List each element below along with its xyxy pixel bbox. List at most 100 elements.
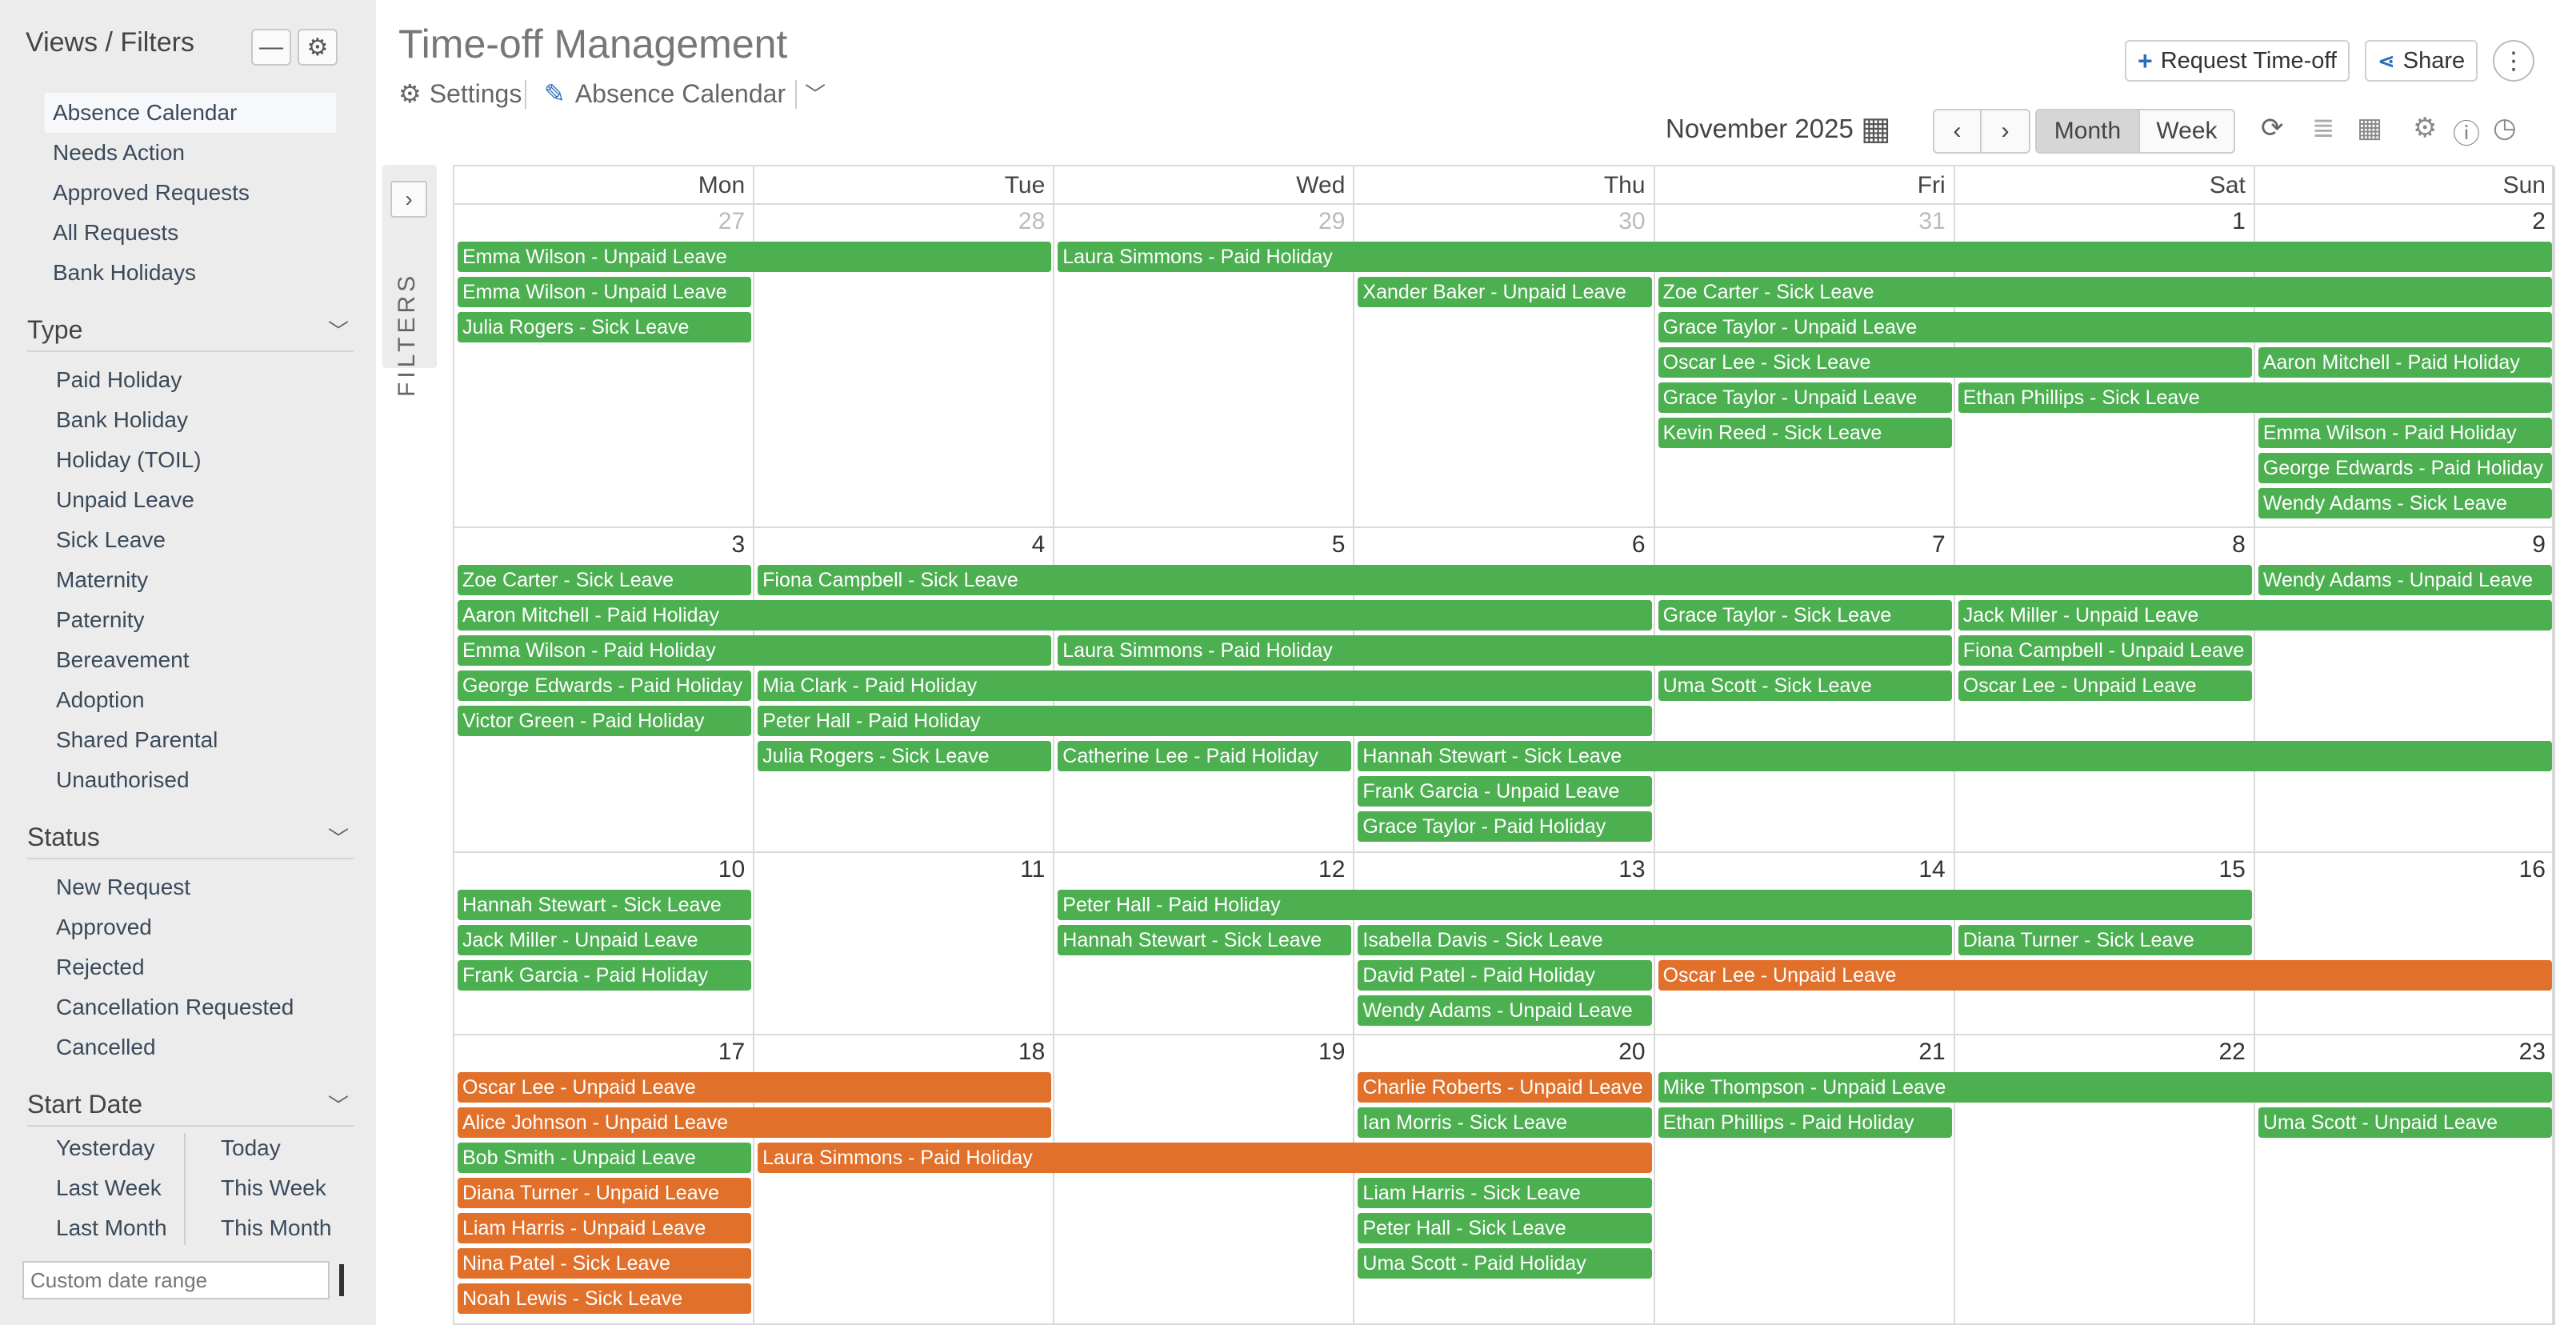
- absence-event[interactable]: Grace Taylor - Unpaid Leave: [1658, 382, 1952, 413]
- absence-event[interactable]: Uma Scott - Unpaid Leave: [2258, 1107, 2552, 1138]
- type-section-header[interactable]: Type ﹀: [27, 315, 355, 345]
- collapse-button[interactable]: —: [251, 29, 291, 66]
- absence-event[interactable]: Hannah Stewart - Sick Leave: [1358, 741, 2552, 771]
- absence-event[interactable]: Alice Johnson - Unpaid Leave: [458, 1107, 1052, 1138]
- absence-event[interactable]: Grace Taylor - Sick Leave: [1658, 600, 1952, 630]
- custom-date-range-input[interactable]: [22, 1261, 330, 1299]
- absence-event[interactable]: Liam Harris - Sick Leave: [1358, 1178, 1652, 1208]
- type-item-maternity[interactable]: Maternity: [56, 560, 218, 600]
- absence-event[interactable]: Oscar Lee - Unpaid Leave: [1658, 960, 2552, 991]
- view-dropdown-button[interactable]: ﹀: [805, 78, 826, 108]
- view-name-editor[interactable]: ✎ Absence Calendar: [544, 78, 786, 109]
- view-item-absence-calendar[interactable]: Absence Calendar: [45, 93, 336, 133]
- expand-filters-button[interactable]: ›: [390, 181, 427, 218]
- view-item-all-requests[interactable]: All Requests: [45, 213, 336, 253]
- absence-event[interactable]: Liam Harris - Unpaid Leave: [458, 1213, 752, 1243]
- view-item-bank-holidays[interactable]: Bank Holidays: [45, 253, 336, 293]
- absence-event[interactable]: Laura Simmons - Paid Holiday: [1058, 242, 2552, 272]
- status-item-new-request[interactable]: New Request: [56, 867, 294, 907]
- gear-icon[interactable]: ⚙: [2413, 112, 2437, 144]
- absence-event[interactable]: Emma Wilson - Unpaid Leave: [458, 277, 752, 307]
- type-item-holiday-toil[interactable]: Holiday (TOIL): [56, 440, 218, 480]
- absence-event[interactable]: Hannah Stewart - Sick Leave: [458, 890, 752, 920]
- type-item-bereavement[interactable]: Bereavement: [56, 640, 218, 680]
- next-month-button[interactable]: ›: [1982, 110, 2029, 152]
- calendar-view-icon[interactable]: ▦: [2357, 112, 2382, 144]
- status-item-cancellation-requested[interactable]: Cancellation Requested: [56, 987, 294, 1027]
- status-item-cancelled[interactable]: Cancelled: [56, 1027, 294, 1067]
- absence-event[interactable]: Uma Scott - Sick Leave: [1658, 671, 1952, 701]
- absence-event[interactable]: Frank Garcia - Unpaid Leave: [1358, 776, 1652, 807]
- type-item-unauthorised[interactable]: Unauthorised: [56, 760, 218, 800]
- absence-event[interactable]: Grace Taylor - Paid Holiday: [1358, 811, 1652, 842]
- absence-event[interactable]: Zoe Carter - Sick Leave: [458, 565, 752, 595]
- absence-event[interactable]: George Edwards - Paid Holiday: [458, 671, 752, 701]
- absence-event[interactable]: Mike Thompson - Unpaid Leave: [1658, 1072, 2552, 1103]
- absence-event[interactable]: George Edwards - Paid Holiday: [2258, 453, 2552, 483]
- date-option-last-month[interactable]: Last Month: [56, 1208, 167, 1248]
- absence-event[interactable]: Julia Rogers - Sick Leave: [758, 741, 1052, 771]
- absence-event[interactable]: Oscar Lee - Unpaid Leave: [1958, 671, 2252, 701]
- request-time-off-button[interactable]: + Request Time-off: [2125, 40, 2350, 82]
- view-item-approved-requests[interactable]: Approved Requests: [45, 173, 336, 213]
- date-option-this-week[interactable]: This Week: [221, 1168, 332, 1208]
- date-option-this-month[interactable]: This Month: [221, 1208, 332, 1248]
- week-view-button[interactable]: Week: [2140, 110, 2234, 152]
- start-date-section-header[interactable]: Start Date ﹀: [27, 1090, 355, 1119]
- date-option-yesterday[interactable]: Yesterday: [56, 1128, 167, 1168]
- absence-event[interactable]: Wendy Adams - Unpaid Leave: [2258, 565, 2552, 595]
- absence-event[interactable]: Diana Turner - Unpaid Leave: [458, 1178, 752, 1208]
- absence-event[interactable]: Aaron Mitchell - Paid Holiday: [2258, 347, 2552, 378]
- absence-event[interactable]: Oscar Lee - Sick Leave: [1658, 347, 2252, 378]
- type-item-unpaid-leave[interactable]: Unpaid Leave: [56, 480, 218, 520]
- absence-event[interactable]: Kevin Reed - Sick Leave: [1658, 418, 1952, 448]
- status-item-rejected[interactable]: Rejected: [56, 947, 294, 987]
- day-cell[interactable]: 11: [754, 853, 1055, 1035]
- prev-month-button[interactable]: ‹: [1934, 110, 1982, 152]
- absence-event[interactable]: Fiona Campbell - Sick Leave: [758, 565, 2252, 595]
- absence-event[interactable]: Emma Wilson - Unpaid Leave: [458, 242, 1052, 272]
- absence-event[interactable]: Charlie Roberts - Unpaid Leave: [1358, 1072, 1652, 1103]
- absence-event[interactable]: Mia Clark - Paid Holiday: [758, 671, 1652, 701]
- type-item-paternity[interactable]: Paternity: [56, 600, 218, 640]
- type-item-bank-holiday[interactable]: Bank Holiday: [56, 400, 218, 440]
- absence-event[interactable]: Peter Hall - Paid Holiday: [758, 706, 1652, 736]
- absence-event[interactable]: Ethan Phillips - Sick Leave: [1958, 382, 2552, 413]
- info-icon[interactable]: ⓘ: [2453, 112, 2480, 151]
- absence-event[interactable]: Julia Rogers - Sick Leave: [458, 312, 752, 342]
- absence-event[interactable]: Uma Scott - Paid Holiday: [1358, 1248, 1652, 1279]
- absence-event[interactable]: Emma Wilson - Paid Holiday: [2258, 418, 2552, 448]
- absence-event[interactable]: Catherine Lee - Paid Holiday: [1058, 741, 1352, 771]
- list-view-icon[interactable]: ≣: [2312, 112, 2335, 144]
- absence-event[interactable]: Hannah Stewart - Sick Leave: [1058, 925, 1352, 955]
- type-item-shared-parental[interactable]: Shared Parental: [56, 720, 218, 760]
- type-item-paid-holiday[interactable]: Paid Holiday: [56, 360, 218, 400]
- day-cell[interactable]: 19: [1054, 1035, 1355, 1325]
- type-item-sick-leave[interactable]: Sick Leave: [56, 520, 218, 560]
- more-options-button[interactable]: ⋮: [2493, 40, 2534, 82]
- absence-event[interactable]: Jack Miller - Unpaid Leave: [1958, 600, 2552, 630]
- absence-event[interactable]: Grace Taylor - Unpaid Leave: [1658, 312, 2552, 342]
- absence-event[interactable]: Zoe Carter - Sick Leave: [1658, 277, 2552, 307]
- absence-event[interactable]: Peter Hall - Paid Holiday: [1058, 890, 2252, 920]
- absence-event[interactable]: Laura Simmons - Paid Holiday: [1058, 635, 1952, 666]
- absence-event[interactable]: Ethan Phillips - Paid Holiday: [1658, 1107, 1952, 1138]
- calendar-picker-icon[interactable]: ▦: [1861, 110, 1891, 147]
- absence-event[interactable]: Victor Green - Paid Holiday: [458, 706, 752, 736]
- day-cell[interactable]: 16: [2255, 853, 2555, 1035]
- type-item-adoption[interactable]: Adoption: [56, 680, 218, 720]
- absence-event[interactable]: David Patel - Paid Holiday: [1358, 960, 1652, 991]
- absence-event[interactable]: Diana Turner - Sick Leave: [1958, 925, 2252, 955]
- absence-event[interactable]: Emma Wilson - Paid Holiday: [458, 635, 1052, 666]
- absence-event[interactable]: Nina Patel - Sick Leave: [458, 1248, 752, 1279]
- month-view-button[interactable]: Month: [2037, 110, 2140, 152]
- absence-event[interactable]: Frank Garcia - Paid Holiday: [458, 960, 752, 991]
- absence-event[interactable]: Ian Morris - Sick Leave: [1358, 1107, 1652, 1138]
- absence-event[interactable]: Fiona Campbell - Unpaid Leave: [1958, 635, 2252, 666]
- date-option-today[interactable]: Today: [221, 1128, 332, 1168]
- status-item-approved[interactable]: Approved: [56, 907, 294, 947]
- settings-link[interactable]: ⚙ Settings: [398, 78, 522, 109]
- date-option-last-week[interactable]: Last Week: [56, 1168, 167, 1208]
- absence-event[interactable]: Laura Simmons - Paid Holiday: [758, 1143, 1652, 1173]
- absence-event[interactable]: Noah Lewis - Sick Leave: [458, 1283, 752, 1314]
